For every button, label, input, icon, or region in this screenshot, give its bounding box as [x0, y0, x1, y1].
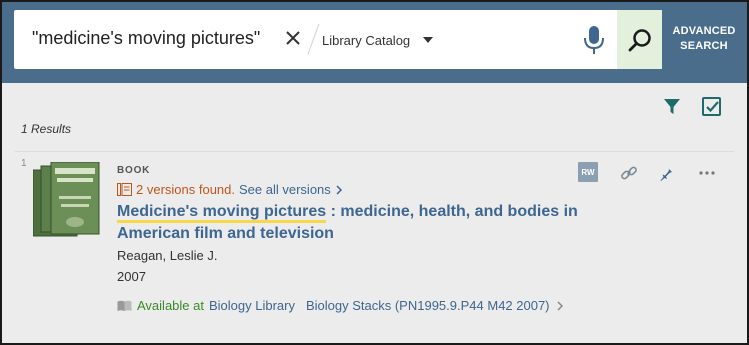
title-highlight: Medicine's moving pictures — [117, 203, 327, 223]
app-frame: "medicine's moving pictures" Library Cat… — [0, 0, 749, 345]
select-check-icon[interactable] — [701, 96, 723, 118]
record-author: Reagan, Leslie J. — [117, 248, 218, 263]
availability-status: Available at — [137, 298, 204, 313]
chevron-down-icon[interactable] — [423, 37, 433, 43]
advanced-search-link[interactable]: ADVANCED SEARCH — [668, 24, 740, 54]
advanced-label-line2: SEARCH — [680, 40, 728, 52]
availability-row[interactable]: Available at Biology Library Biology Sta… — [117, 298, 565, 313]
search-box[interactable]: "medicine's moving pictures" Library Cat… — [14, 10, 662, 69]
result-card[interactable]: 1 BOOK 2 versions found. See all version… — [15, 151, 734, 335]
search-header: "medicine's moving pictures" Library Cat… — [2, 2, 747, 83]
see-all-versions-link[interactable]: See all versions — [239, 182, 331, 197]
library-location[interactable]: Biology Library — [209, 298, 295, 313]
link-icon[interactable] — [618, 162, 640, 184]
versions-count: 2 versions found. — [136, 182, 236, 197]
book-icon — [117, 300, 132, 311]
search-divider — [307, 24, 320, 54]
microphone-icon[interactable] — [581, 24, 607, 56]
chevron-right-icon[interactable] — [555, 300, 565, 311]
call-number[interactable]: Biology Stacks (PN1995.9.P44 M42 2007) — [306, 298, 550, 313]
versions-icon — [117, 183, 132, 196]
record-title-link[interactable]: Medicine's moving pictures : medicine, h… — [117, 201, 587, 245]
versions-row: 2 versions found. See all versions — [117, 182, 343, 197]
book-cover-thumbnail[interactable] — [33, 162, 101, 250]
chevron-right-icon[interactable] — [335, 184, 343, 195]
record-year: 2007 — [117, 269, 146, 284]
advanced-label-line1: ADVANCED — [672, 25, 736, 37]
search-input[interactable]: "medicine's moving pictures" — [32, 28, 260, 49]
more-icon[interactable] — [696, 162, 718, 184]
result-number: 1 — [21, 158, 27, 169]
search-button[interactable] — [617, 10, 662, 69]
refworks-button[interactable]: RW — [578, 162, 598, 182]
results-count: 1 Results — [21, 122, 72, 136]
close-icon[interactable] — [280, 25, 306, 51]
record-type: BOOK — [117, 165, 151, 176]
search-icon — [628, 28, 651, 51]
pin-icon[interactable] — [656, 162, 678, 184]
scope-select[interactable]: Library Catalog — [322, 33, 410, 48]
filter-icon[interactable] — [662, 97, 682, 117]
